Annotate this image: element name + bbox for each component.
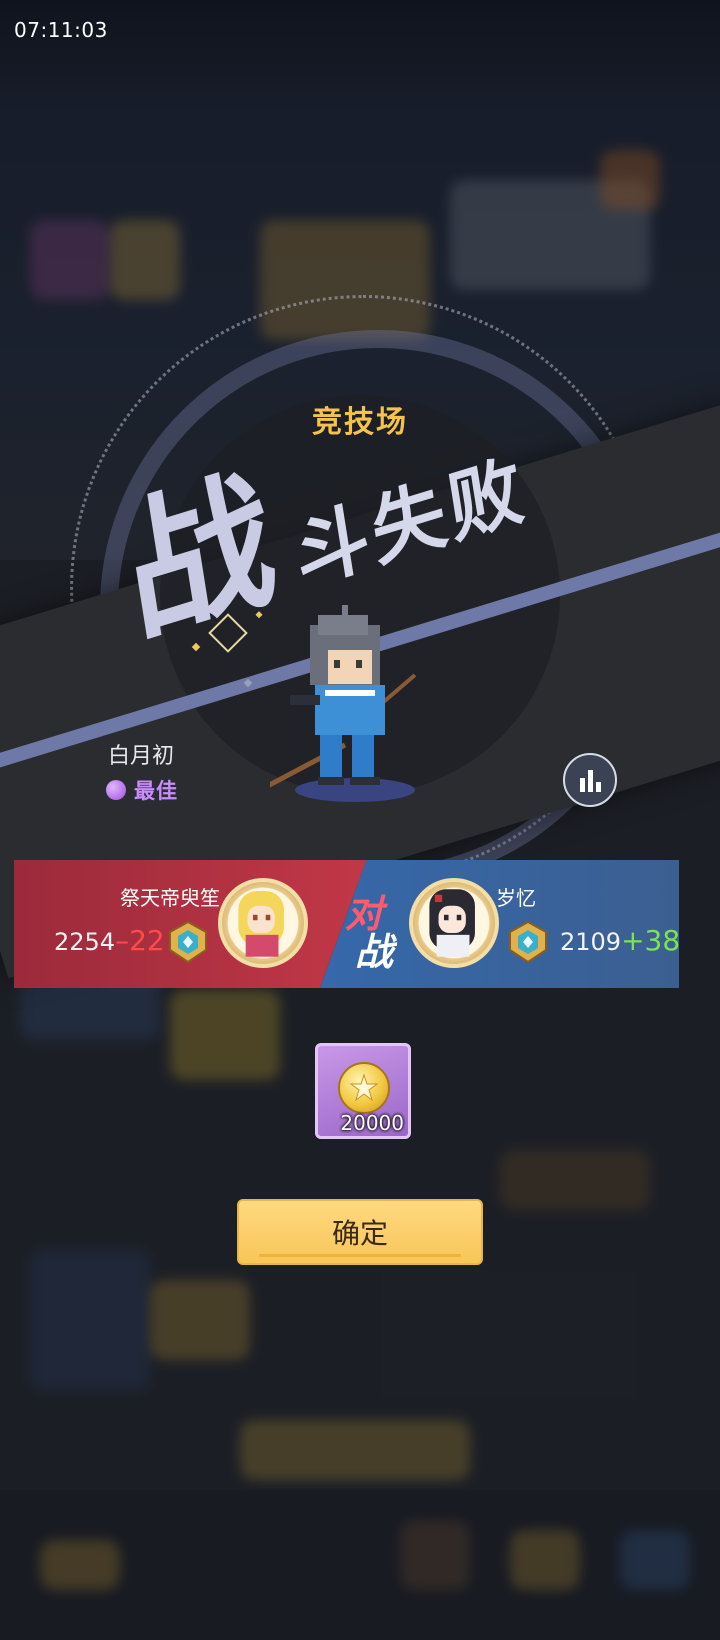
bar-chart-icon — [595, 782, 601, 792]
left-avatar-portrait — [238, 891, 284, 957]
gold-coin-icon — [338, 1062, 390, 1114]
right-avatar-portrait — [429, 889, 475, 957]
confirm-button[interactable]: 确定 — [237, 1199, 483, 1265]
left-player-avatar — [218, 878, 308, 968]
best-label: 最佳 — [134, 779, 178, 803]
right-player-score: 2109+38 — [560, 924, 680, 957]
mvp-player-name: 白月初 — [108, 744, 175, 769]
hero-sprite — [270, 605, 417, 802]
left-player-name: 祭天帝臾笙 — [120, 886, 220, 910]
versus-char-1: 对 — [345, 892, 384, 936]
right-player-name: 岁忆 — [496, 886, 536, 910]
right-score-sign: + — [621, 924, 645, 957]
best-badge: 最佳 — [106, 775, 178, 805]
left-score-delta: 22 — [129, 924, 165, 957]
right-score-value: 2109 — [560, 928, 622, 956]
bar-chart-icon — [587, 770, 593, 792]
right-rank-badge-icon — [509, 920, 547, 964]
right-player-avatar — [409, 878, 499, 968]
battle-stats-button[interactable] — [563, 753, 617, 807]
right-score-delta: 38 — [644, 924, 681, 957]
coin-star-icon — [349, 1073, 379, 1102]
left-score-sign: – — [115, 924, 130, 957]
left-score-value: 2254 — [54, 928, 116, 956]
arena-title: 竞技场 — [312, 405, 408, 440]
left-player-score: 2254–22 — [54, 924, 165, 957]
versus-char-2: 战 — [355, 930, 394, 974]
reward-count: 20000 — [340, 1111, 404, 1135]
status-time: 07:11:03 — [14, 18, 108, 42]
left-rank-badge-icon — [169, 920, 207, 964]
bar-chart-icon — [579, 778, 585, 792]
sparkle-decoration-icon — [191, 611, 263, 688]
versus-label: 对 战 — [345, 895, 393, 971]
best-dot-icon — [106, 780, 126, 800]
reward-item[interactable]: 20000 — [315, 1043, 411, 1139]
